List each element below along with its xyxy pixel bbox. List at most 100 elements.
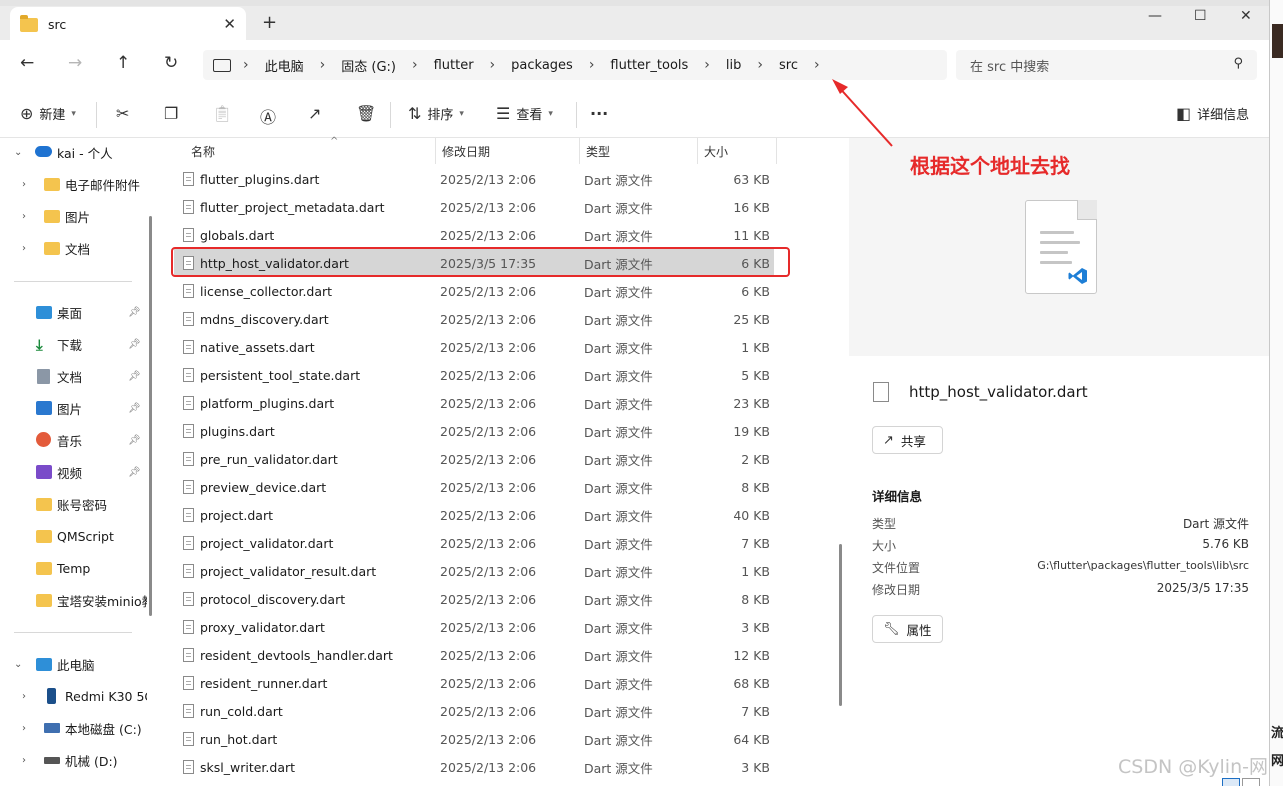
nav-drive-d[interactable]: › 机械 (D:) bbox=[0, 746, 147, 774]
table-row[interactable]: platform_plugins.dart 2025/2/13 2:06 Dart … bbox=[174, 389, 774, 417]
nav-scrollbar[interactable] bbox=[149, 216, 152, 616]
file-list-scrollbar[interactable] bbox=[839, 544, 842, 706]
details-view-icon[interactable] bbox=[1222, 778, 1240, 786]
table-row[interactable]: native_assets.dart 2025/2/13 2:06 Dart 源文件… bbox=[174, 333, 774, 361]
table-row[interactable]: plugins.dart 2025/2/13 2:06 Dart 源文件 19 KB bbox=[174, 417, 774, 445]
nav-folder-accounts[interactable]: 账号密码 bbox=[0, 490, 147, 518]
prop-value: Dart 源文件 bbox=[1182, 517, 1249, 531]
breadcrumb-flutter[interactable]: flutter bbox=[434, 58, 474, 73]
nav-item-label: 宝塔安装minio教 bbox=[57, 593, 147, 609]
nav-item-od-pictures[interactable]: › 图片 bbox=[0, 202, 147, 230]
breadcrumb-this-pc[interactable]: 此电脑 bbox=[265, 56, 304, 75]
nav-folder-qmscript[interactable]: QMScript bbox=[0, 522, 147, 550]
table-row[interactable]: proxy_validator.dart 2025/2/13 2:06 Dart 源… bbox=[174, 613, 774, 641]
table-row-selected[interactable]: http_host_validator.dart 2025/3/5 17:35 Da… bbox=[174, 249, 774, 277]
maximize-button[interactable]: ☐ bbox=[1194, 8, 1207, 24]
file-date: 2025/2/13 2:06 bbox=[440, 227, 537, 243]
nav-quick-desktop[interactable]: 桌面 📌︎ bbox=[0, 298, 147, 326]
pin-icon[interactable]: 📌︎ bbox=[128, 403, 141, 414]
details-share-button[interactable]: ↗ 共享 bbox=[872, 426, 943, 454]
breadcrumb-drive-g[interactable]: 固态 (G:) bbox=[341, 56, 396, 75]
delete-button[interactable]: 🗑︎ bbox=[356, 104, 382, 123]
nav-quick-downloads[interactable]: ⤓ 下载 📌︎ bbox=[0, 330, 147, 358]
table-row[interactable]: flutter_project_metadata.dart 2025/2/13 2… bbox=[174, 193, 774, 221]
tab-src[interactable]: src ✕ bbox=[10, 7, 246, 42]
nav-item-email-attachments[interactable]: › 电子邮件附件 bbox=[0, 170, 147, 198]
nav-quick-documents[interactable]: 文档 📌︎ bbox=[0, 362, 147, 390]
view-button[interactable]: ☰ 查看 ▾ bbox=[496, 104, 553, 123]
more-options-button[interactable]: ··· bbox=[590, 104, 614, 123]
sort-button[interactable]: ⇅ 排序 ▾ bbox=[408, 104, 464, 123]
new-button[interactable]: ⊕ 新建 ▾ bbox=[20, 104, 76, 123]
nav-item-od-documents[interactable]: › 文档 bbox=[0, 234, 147, 262]
column-type-label: 类型 bbox=[586, 144, 611, 159]
table-row[interactable]: mdns_discovery.dart 2025/2/13 2:06 Dart 源文… bbox=[174, 305, 774, 333]
column-header-size[interactable]: 大小 bbox=[697, 138, 777, 164]
nav-quick-videos[interactable]: 视频 📌︎ bbox=[0, 458, 147, 486]
pin-icon[interactable]: 📌︎ bbox=[128, 371, 141, 382]
share-button[interactable]: ↗ bbox=[308, 104, 327, 123]
table-row[interactable]: project.dart 2025/2/13 2:06 Dart 源文件 40 KB bbox=[174, 501, 774, 529]
nav-folder-minio[interactable]: 宝塔安装minio教 bbox=[0, 586, 147, 614]
copy-button[interactable]: ❐ bbox=[164, 104, 184, 123]
new-tab-button[interactable]: + bbox=[262, 12, 277, 33]
file-size: 16 KB bbox=[733, 199, 770, 215]
nav-folder-temp[interactable]: Temp bbox=[0, 554, 147, 582]
nav-drive-c[interactable]: › 本地磁盘 (C:) bbox=[0, 714, 147, 742]
close-window-button[interactable]: ✕ bbox=[1240, 8, 1252, 24]
minimize-button[interactable]: — bbox=[1148, 8, 1162, 24]
cut-button[interactable]: ✂ bbox=[116, 104, 135, 123]
nav-quick-music[interactable]: 音乐 📌︎ bbox=[0, 426, 147, 454]
pin-icon[interactable]: 📌︎ bbox=[128, 467, 141, 478]
paste-button[interactable]: 📋︎ bbox=[212, 104, 238, 123]
table-row[interactable]: protocol_discovery.dart 2025/2/13 2:06 Dar… bbox=[174, 585, 774, 613]
table-row[interactable]: preview_device.dart 2025/2/13 2:06 Dart 源文… bbox=[174, 473, 774, 501]
nav-divider bbox=[14, 281, 132, 282]
prop-key: 类型 bbox=[872, 517, 897, 531]
details-pane-button[interactable]: ◧ 详细信息 bbox=[1176, 104, 1249, 123]
breadcrumb-lib[interactable]: lib bbox=[726, 58, 741, 73]
vscode-icon bbox=[1068, 268, 1087, 284]
table-row[interactable]: sksl_writer.dart 2025/2/13 2:06 Dart 源文件 3 … bbox=[174, 753, 774, 781]
back-button[interactable]: ← bbox=[20, 53, 34, 73]
tab-close-icon[interactable]: ✕ bbox=[223, 15, 236, 33]
file-size: 3 KB bbox=[741, 759, 770, 775]
nav-onedrive[interactable]: ⌄ kai - 个人 bbox=[0, 138, 147, 166]
table-row[interactable]: run_cold.dart 2025/2/13 2:06 Dart 源文件 7 KB bbox=[174, 697, 774, 725]
nav-drive-redmi[interactable]: › Redmi K30 5G bbox=[0, 682, 147, 710]
refresh-button[interactable]: ↻ bbox=[164, 53, 178, 73]
tiles-view-icon[interactable] bbox=[1242, 778, 1260, 786]
file-name: persistent_tool_state.dart bbox=[200, 367, 361, 383]
breadcrumb-flutter-tools[interactable]: flutter_tools bbox=[610, 58, 688, 73]
rename-button[interactable]: Ⓐ bbox=[260, 104, 282, 128]
column-header-name[interactable]: 名称 ^ bbox=[185, 136, 435, 164]
up-button[interactable]: ↑ bbox=[116, 53, 130, 73]
nav-this-pc[interactable]: ⌄ 此电脑 bbox=[0, 650, 147, 678]
computer-icon bbox=[213, 58, 231, 72]
table-row[interactable]: resident_runner.dart 2025/2/13 2:06 Dart 源… bbox=[174, 669, 774, 697]
forward-button[interactable]: → bbox=[68, 53, 82, 73]
table-row[interactable]: project_validator.dart 2025/2/13 2:06 Dart… bbox=[174, 529, 774, 557]
pin-icon[interactable]: 📌︎ bbox=[128, 435, 141, 446]
pin-icon[interactable]: 📌︎ bbox=[128, 307, 141, 318]
column-header-type[interactable]: 类型 bbox=[579, 138, 697, 164]
chevron-right-icon[interactable]: › bbox=[814, 57, 820, 73]
dart-file-icon bbox=[183, 732, 194, 746]
breadcrumb-packages[interactable]: packages bbox=[511, 58, 573, 73]
table-row[interactable]: globals.dart 2025/2/13 2:06 Dart 源文件 11 KB bbox=[174, 221, 774, 249]
file-type: Dart 源文件 bbox=[584, 676, 653, 692]
table-row[interactable]: license_collector.dart 2025/2/13 2:06 Dart… bbox=[174, 277, 774, 305]
properties-button[interactable]: 🔧︎ 属性 bbox=[872, 615, 943, 643]
table-row[interactable]: project_validator_result.dart 2025/2/13 2… bbox=[174, 557, 774, 585]
table-row[interactable]: flutter_plugins.dart 2025/2/13 2:06 Dart 源… bbox=[174, 165, 774, 193]
table-row[interactable]: resident_devtools_handler.dart 2025/2/13 … bbox=[174, 641, 774, 669]
table-row[interactable]: pre_run_validator.dart 2025/2/13 2:06 Dart… bbox=[174, 445, 774, 473]
ellipsis-icon: ··· bbox=[590, 104, 609, 123]
search-input[interactable]: 在 src 中搜索 ⚲ bbox=[956, 50, 1257, 80]
column-header-date[interactable]: 修改日期 bbox=[435, 138, 579, 164]
pin-icon[interactable]: 📌︎ bbox=[128, 339, 141, 350]
table-row[interactable]: persistent_tool_state.dart 2025/2/13 2:06… bbox=[174, 361, 774, 389]
nav-quick-pictures[interactable]: 图片 📌︎ bbox=[0, 394, 147, 422]
breadcrumb-src[interactable]: src bbox=[779, 58, 798, 73]
table-row[interactable]: run_hot.dart 2025/2/13 2:06 Dart 源文件 64 KB bbox=[174, 725, 774, 753]
